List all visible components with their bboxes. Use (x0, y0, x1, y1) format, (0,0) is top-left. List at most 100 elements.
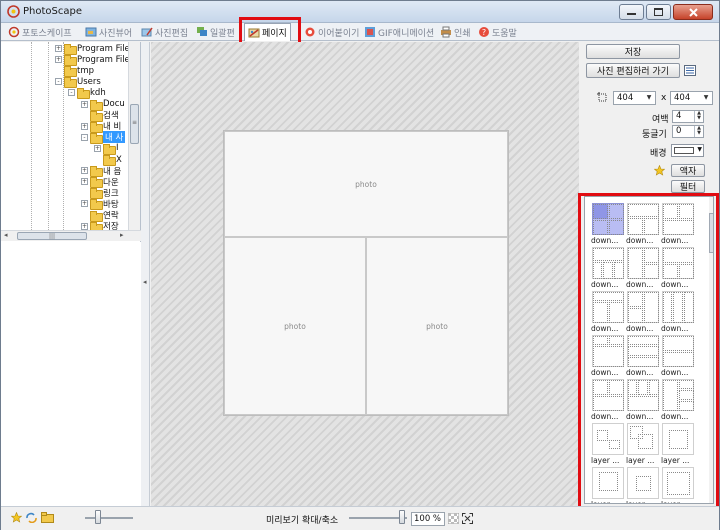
tab-gif[interactable]: GIF애니메이션 (361, 24, 437, 40)
layout-template[interactable]: down... (591, 335, 625, 378)
maximize-button[interactable] (646, 4, 671, 20)
tree-item[interactable]: + I (94, 143, 119, 155)
layout-template[interactable]: down... (626, 247, 660, 290)
list-menu-icon[interactable] (684, 65, 696, 76)
tree-item[interactable]: + 저장 (81, 221, 119, 230)
fit-to-screen-icon[interactable] (462, 513, 473, 524)
layout-template[interactable]: down... (661, 203, 695, 246)
collapse-toggle-icon[interactable]: - (55, 78, 62, 86)
tree-item[interactable]: + Program File (55, 43, 130, 55)
layout-template[interactable]: layer ... (661, 423, 695, 466)
star-icon[interactable] (654, 165, 665, 176)
tab-batch[interactable]: 일괄편 (193, 24, 238, 40)
layout-template[interactable]: down... (661, 335, 695, 378)
tree-item[interactable]: + 내 음 (81, 165, 121, 178)
frame-button[interactable]: 액자 (671, 164, 705, 177)
layout-template[interactable]: down... (591, 291, 625, 334)
thumbnail-size-slider[interactable] (95, 510, 101, 524)
close-button[interactable] (673, 4, 713, 20)
file-list-area[interactable] (1, 242, 141, 506)
expand-toggle-icon[interactable]: + (81, 222, 88, 230)
scroll-left-arrow-icon[interactable]: ◂ (4, 231, 8, 239)
filter-button[interactable]: 필터 (671, 180, 705, 193)
panel-splitter[interactable]: ◂ (141, 42, 150, 506)
layout-template[interactable]: down... (661, 291, 695, 334)
layout-template[interactable]: down... (626, 203, 660, 246)
tree-item[interactable]: 링크 (81, 187, 119, 200)
tree-item[interactable]: + 다운 (81, 176, 119, 189)
tree-item[interactable]: - Users (55, 76, 101, 89)
preview-zoom-slider[interactable] (399, 510, 405, 524)
layout-template[interactable]: down... (626, 291, 660, 334)
collapse-toggle-icon[interactable]: - (68, 89, 75, 97)
zoom-percent-field[interactable]: 100 % (411, 512, 445, 526)
photo-cell-bottom-left[interactable]: photo (224, 237, 366, 415)
roundness-spinner[interactable]: 0 ▲ ▼ (672, 125, 704, 138)
tree-vscroll-thumb[interactable]: ≡ (130, 104, 139, 144)
tab-page[interactable]: 페이지 (244, 23, 291, 41)
layout-list-scrollbar[interactable] (709, 197, 713, 503)
refresh-icon[interactable] (25, 512, 38, 523)
tree-item[interactable]: tmp (55, 65, 94, 78)
tree-vertical-scrollbar[interactable]: ≡ (128, 42, 140, 230)
layout-template[interactable]: down... (661, 247, 695, 290)
layout-template[interactable]: down... (591, 247, 625, 290)
expand-toggle-icon[interactable]: + (94, 144, 101, 152)
tab-help[interactable]: ? 도움말 (475, 24, 520, 40)
minimize-button[interactable] (619, 4, 644, 20)
thumbnail-size-track[interactable] (85, 517, 133, 519)
layout-template[interactable]: layer ... (661, 467, 695, 503)
page-height-select[interactable]: 404 ▼ (670, 91, 713, 105)
page-preview[interactable]: photo photo photo (223, 130, 509, 416)
expand-toggle-icon[interactable]: + (81, 122, 88, 130)
tree-item[interactable]: + 내 비 (81, 121, 121, 133)
page-width-select[interactable]: 404 ▼ (613, 91, 656, 105)
tab-print[interactable]: 인쇄 (437, 24, 474, 40)
tree-item[interactable]: 연락 (81, 210, 119, 222)
checker-background-icon[interactable] (448, 513, 459, 524)
layout-template[interactable]: down... (591, 379, 625, 422)
layout-template[interactable]: layer ... (591, 467, 625, 503)
folder-icon (90, 199, 103, 211)
expand-toggle-icon[interactable]: + (81, 200, 88, 208)
tab-viewer[interactable]: 사진뷰어 (82, 24, 135, 40)
tab-photoscape[interactable]: 포토스케이프 (5, 24, 75, 40)
spinner-arrows-icon[interactable]: ▲ ▼ (694, 126, 703, 137)
layout-template[interactable]: layer ... (591, 423, 625, 466)
collapse-arrow-icon[interactable]: ◂ (143, 278, 147, 286)
tab-combine[interactable]: 이어붙이기 (301, 24, 362, 40)
spinner-arrows-icon[interactable]: ▲ ▼ (694, 111, 703, 122)
layout-template[interactable]: layer ... (626, 467, 660, 503)
expand-toggle-icon[interactable]: + (55, 56, 62, 64)
tree-hscroll-thumb[interactable]: ||| (17, 232, 87, 240)
collapse-toggle-icon[interactable]: - (81, 133, 88, 141)
photo-cell-top[interactable]: photo (224, 131, 508, 237)
layout-template[interactable]: down... (661, 379, 695, 422)
tree-item[interactable]: + Program File (55, 54, 130, 67)
tree-horizontal-scrollbar[interactable]: ◂ ||| ▸ (1, 230, 141, 241)
layout-template[interactable]: down... (626, 379, 660, 422)
background-color-picker[interactable]: ▼ (671, 144, 704, 157)
tree-item[interactable]: + Docu (81, 99, 125, 111)
margin-spinner[interactable]: 4 ▲ ▼ (672, 110, 704, 123)
layout-template[interactable]: down... (591, 203, 625, 246)
favorite-star-icon[interactable] (11, 512, 22, 523)
go-to-editor-button[interactable]: 사진 편집하러 가기 (586, 63, 680, 78)
photo-cell-bottom-right[interactable]: photo (366, 237, 508, 415)
layout-scroll-thumb[interactable] (709, 213, 713, 253)
folder-open-icon[interactable] (41, 512, 55, 523)
tree-item[interactable]: X (94, 154, 122, 166)
save-button[interactable]: 저장 (586, 44, 680, 59)
tree-item[interactable]: -내 사 (81, 131, 126, 144)
scroll-right-arrow-icon[interactable]: ▸ (120, 231, 124, 239)
layout-template[interactable]: layer ... (626, 423, 660, 466)
tree-item[interactable]: + 바탕 (81, 198, 119, 211)
tree-item[interactable]: - kdh (68, 87, 106, 100)
tree-item[interactable]: 검색 (81, 110, 119, 122)
layout-template[interactable]: down... (626, 335, 660, 378)
tab-editor[interactable]: 사진편집 (138, 24, 191, 40)
expand-toggle-icon[interactable]: + (81, 178, 88, 186)
expand-toggle-icon[interactable]: + (55, 45, 62, 52)
expand-toggle-icon[interactable]: + (81, 167, 88, 175)
expand-toggle-icon[interactable]: + (81, 100, 88, 108)
